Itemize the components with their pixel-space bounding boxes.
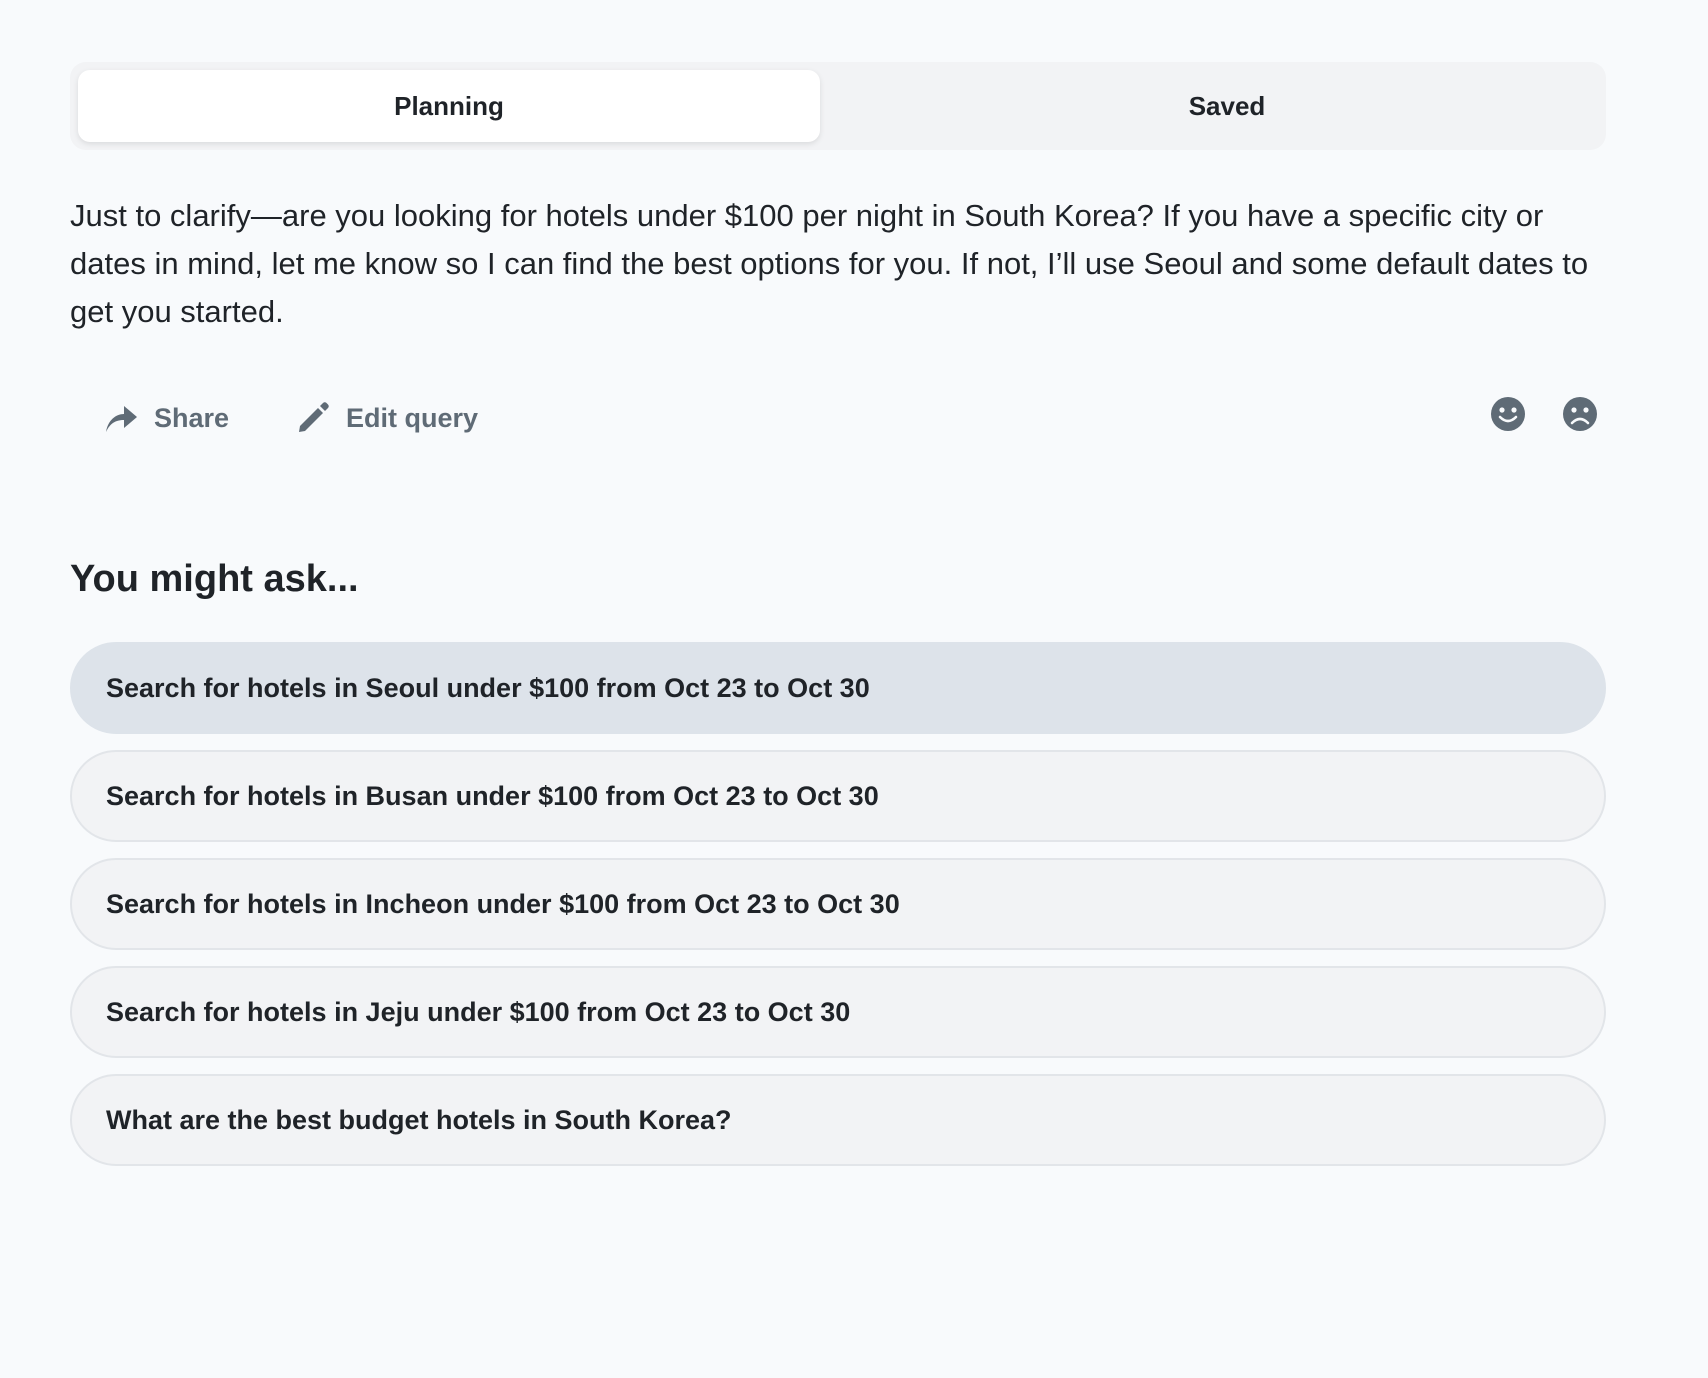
tab-planning[interactable]: Planning [78,70,820,142]
suggestion-item-busan[interactable]: Search for hotels in Busan under $100 fr… [70,750,1606,842]
suggestion-item-jeju[interactable]: Search for hotels in Jeju under $100 fro… [70,966,1606,1058]
suggestion-item-budget-hotels[interactable]: What are the best budget hotels in South… [70,1074,1606,1166]
pencil-icon [299,402,329,432]
tab-bar: Planning Saved [70,62,1606,150]
share-arrow-icon [106,406,137,432]
tab-saved[interactable]: Saved [856,70,1598,142]
suggestions-heading: You might ask... [70,558,359,600]
smile-face-icon[interactable] [1488,394,1528,434]
share-label: Share [154,402,230,433]
edit-query-label: Edit query [346,402,479,433]
suggestion-item-incheon[interactable]: Search for hotels in Incheon under $100 … [70,858,1606,950]
message-actions: Share Edit query [70,390,1606,446]
edit-query-button[interactable]: Edit query [296,390,478,446]
assistant-message: Just to clarify—are you looking for hote… [70,198,1589,329]
frown-face-icon[interactable] [1560,394,1600,434]
suggestion-item-seoul[interactable]: Search for hotels in Seoul under $100 fr… [70,642,1606,734]
share-button[interactable]: Share [104,390,229,446]
